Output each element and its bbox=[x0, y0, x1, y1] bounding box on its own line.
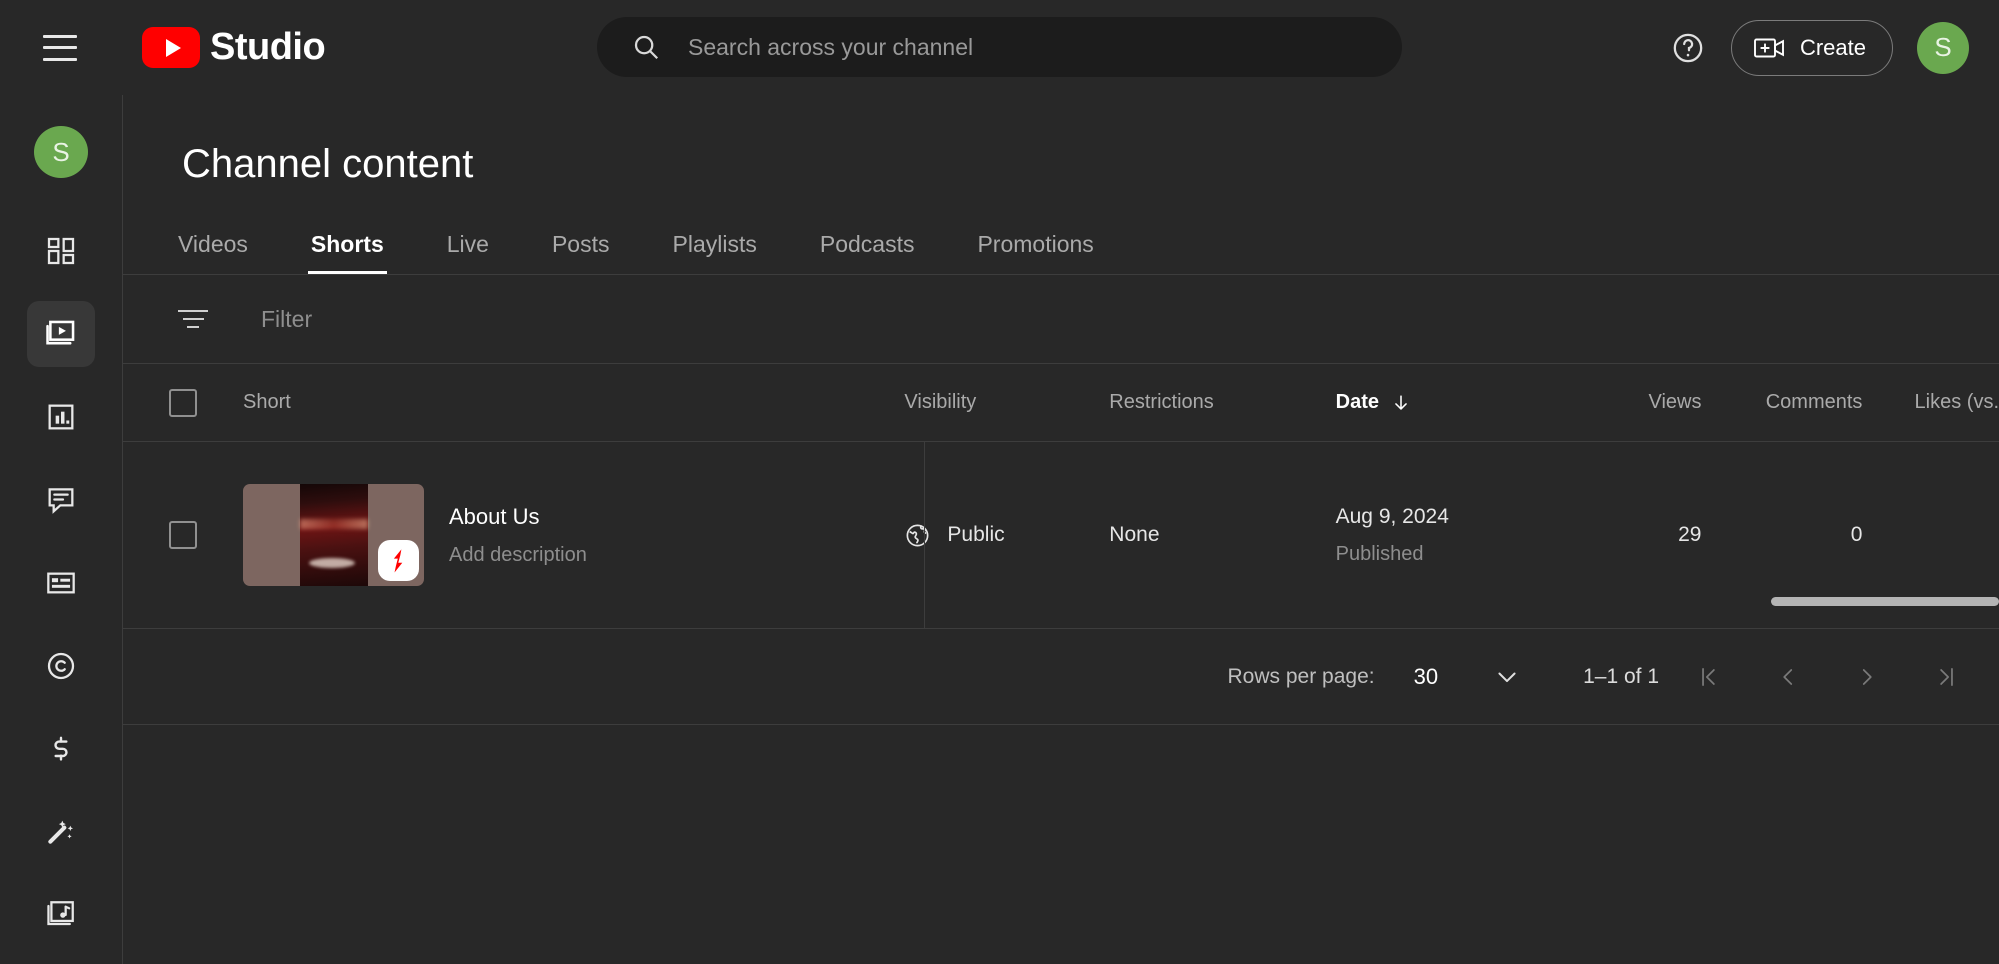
tab-promotions[interactable]: Promotions bbox=[977, 231, 1093, 274]
shorts-badge-icon bbox=[378, 540, 419, 581]
globe-icon bbox=[904, 522, 931, 549]
tab-videos[interactable]: Videos bbox=[178, 231, 248, 274]
filter-icon[interactable] bbox=[178, 310, 208, 328]
dashboard-grid-icon bbox=[45, 235, 77, 267]
prev-page-icon[interactable] bbox=[1759, 648, 1817, 706]
arrow-down-icon bbox=[1390, 392, 1412, 414]
visibility-cell: Public bbox=[904, 522, 1109, 549]
tab-shorts[interactable]: Shorts bbox=[307, 231, 387, 274]
pagination-range: 1–1 of 1 bbox=[1583, 664, 1659, 688]
views-value: 29 bbox=[1678, 523, 1702, 546]
hamburger-menu-icon[interactable] bbox=[43, 34, 77, 61]
comments-cell: 0 bbox=[1701, 523, 1863, 547]
search-icon bbox=[631, 32, 661, 62]
filter-input[interactable]: Filter bbox=[261, 306, 312, 333]
rows-per-page-value[interactable]: 30 bbox=[1414, 664, 1438, 690]
restrictions-cell: None bbox=[1109, 523, 1335, 547]
tab-posts[interactable]: Posts bbox=[552, 231, 610, 274]
create-button-label: Create bbox=[1799, 34, 1866, 60]
magic-wand-icon bbox=[45, 815, 77, 847]
views-cell: 29 bbox=[1575, 523, 1702, 547]
sidebar-item-earn[interactable] bbox=[27, 715, 95, 781]
content-tabs: Videos Shorts Live Posts Playlists Podca… bbox=[123, 215, 1999, 275]
column-header-date-label: Date bbox=[1335, 391, 1379, 413]
sidebar-rail: S bbox=[0, 95, 123, 964]
header-actions: Create S bbox=[1663, 0, 1969, 95]
page-title: Channel content bbox=[182, 142, 474, 186]
select-all-checkbox[interactable] bbox=[169, 388, 197, 417]
select-all-checkbox-cell bbox=[123, 388, 243, 417]
create-button[interactable]: Create bbox=[1730, 19, 1893, 76]
search-placeholder: Search across your channel bbox=[688, 33, 974, 60]
video-info: About Us Add description bbox=[449, 504, 587, 567]
sidebar-item-copyright[interactable] bbox=[27, 633, 95, 699]
short-cell: About Us Add description bbox=[243, 484, 904, 586]
comment-bubble-icon bbox=[45, 484, 77, 516]
first-page-icon[interactable] bbox=[1680, 648, 1738, 706]
youtube-play-icon bbox=[142, 27, 200, 68]
column-header-visibility[interactable]: Visibility bbox=[904, 391, 1109, 414]
sidebar-item-dashboard[interactable] bbox=[27, 218, 95, 284]
column-header-views[interactable]: Views bbox=[1575, 391, 1701, 414]
main-content: Channel content Videos Shorts Live Posts… bbox=[123, 95, 1999, 964]
filter-bar: Filter bbox=[123, 275, 1999, 364]
table-header-row: Short Visibility Restrictions Date Views… bbox=[123, 364, 1999, 442]
video-library-icon bbox=[44, 317, 78, 351]
rows-per-page-label: Rows per page: bbox=[1227, 664, 1375, 688]
next-page-icon[interactable] bbox=[1838, 648, 1896, 706]
date-value: Aug 9, 2024 bbox=[1335, 504, 1449, 528]
column-header-date[interactable]: Date bbox=[1336, 391, 1575, 414]
table-row: About Us Add description Public None Aug… bbox=[123, 442, 1999, 629]
copyright-icon bbox=[45, 650, 77, 682]
top-header: Studio Search across your channel Create… bbox=[0, 0, 1999, 95]
video-plus-icon bbox=[1754, 36, 1786, 60]
sidebar-item-customization[interactable] bbox=[27, 798, 95, 864]
music-note-icon bbox=[45, 898, 77, 930]
tab-live[interactable]: Live bbox=[447, 231, 489, 274]
subtitles-icon bbox=[45, 567, 77, 599]
sidebar-item-audio-library[interactable] bbox=[27, 881, 95, 947]
video-title[interactable]: About Us bbox=[449, 504, 587, 530]
date-status: Published bbox=[1335, 542, 1424, 565]
dollar-sign-icon bbox=[45, 732, 77, 764]
row-checkbox-cell bbox=[123, 521, 243, 549]
thumbnail-image bbox=[299, 484, 368, 586]
help-circle-icon[interactable] bbox=[1663, 23, 1713, 73]
video-thumbnail[interactable] bbox=[243, 484, 424, 586]
sidebar-item-content[interactable] bbox=[27, 301, 95, 368]
comments-value: 0 bbox=[1850, 523, 1863, 546]
date-cell: Aug 9, 2024 Published bbox=[1336, 505, 1575, 566]
bar-chart-icon bbox=[45, 401, 77, 433]
column-header-restrictions[interactable]: Restrictions bbox=[1109, 391, 1335, 414]
restrictions-value: None bbox=[1109, 523, 1160, 546]
horizontal-scrollbar[interactable] bbox=[1771, 597, 1999, 606]
column-header-comments[interactable]: Comments bbox=[1701, 391, 1863, 414]
row-select-checkbox[interactable] bbox=[169, 521, 197, 549]
column-header-likes[interactable]: Likes (vs. bbox=[1862, 391, 1999, 414]
pagination-bar: Rows per page: 30 1–1 of 1 bbox=[123, 629, 1999, 725]
visibility-value: Public bbox=[947, 523, 1005, 546]
tab-podcasts[interactable]: Podcasts bbox=[820, 231, 915, 274]
last-page-icon[interactable] bbox=[1917, 648, 1975, 706]
sidebar-item-subtitles[interactable] bbox=[27, 550, 95, 616]
search-input[interactable]: Search across your channel bbox=[597, 17, 1402, 77]
chevron-down-icon[interactable] bbox=[1493, 663, 1521, 691]
row-column-divider bbox=[924, 442, 925, 628]
account-avatar[interactable]: S bbox=[1917, 21, 1969, 74]
logo-text: Studio bbox=[210, 26, 326, 68]
column-header-short[interactable]: Short bbox=[243, 391, 904, 414]
sidebar-item-analytics[interactable] bbox=[27, 384, 95, 450]
sidebar-channel-avatar[interactable]: S bbox=[34, 126, 88, 179]
sidebar-item-comments[interactable] bbox=[27, 467, 95, 533]
tab-playlists[interactable]: Playlists bbox=[673, 231, 757, 274]
youtube-studio-logo[interactable]: Studio bbox=[142, 26, 326, 69]
video-description[interactable]: Add description bbox=[449, 544, 587, 567]
